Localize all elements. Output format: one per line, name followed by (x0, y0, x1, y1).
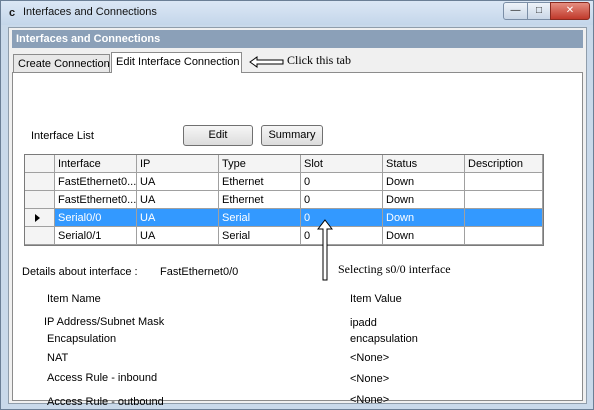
cell-type[interactable]: Serial (219, 209, 301, 227)
title-bar: c Interfaces and Connections — □ ✕ (1, 1, 593, 25)
tab-edit-interface-connection[interactable]: Edit Interface Connection (111, 52, 242, 73)
cell-type[interactable]: Serial (219, 227, 301, 245)
item-value-header: Item Value (350, 293, 402, 305)
cell-ip[interactable]: UA (137, 227, 219, 245)
selection-hint-annotation: Selecting s0/0 interface (338, 262, 451, 276)
section-header: Interfaces and Connections (12, 30, 583, 48)
detail-item-value: <None> (350, 394, 390, 406)
item-name-header: Item Name (47, 293, 101, 305)
app-window: c Interfaces and Connections — □ ✕ Inter… (0, 0, 594, 410)
client-area: Interfaces and Connections Create Connec… (8, 27, 587, 408)
column-header-slot[interactable]: Slot (301, 155, 383, 173)
cell-status[interactable]: Down (383, 209, 465, 227)
detail-item-value: <None> (350, 373, 390, 385)
cell-description[interactable] (465, 173, 543, 191)
detail-item-name: Encapsulation (47, 333, 117, 345)
column-header-type[interactable]: Type (219, 155, 301, 173)
cell-description[interactable] (465, 191, 543, 209)
cell-status[interactable]: Down (383, 191, 465, 209)
section-header-title: Interfaces and Connections (16, 33, 161, 45)
cell-ip[interactable]: UA (137, 173, 219, 191)
cell-interface[interactable]: FastEthernet0... (55, 191, 137, 209)
table-row[interactable]: Serial0/1 UA Serial 0 Down (25, 227, 543, 245)
row-header[interactable] (25, 227, 55, 245)
left-arrow-annotation (249, 56, 284, 68)
row-header-corner (25, 155, 55, 173)
maximize-button[interactable]: □ (527, 2, 551, 20)
cell-description[interactable] (465, 227, 543, 245)
details-label: Details about interface : (22, 266, 138, 278)
edit-interface-panel: Interface List Edit Summary Interface IP… (12, 72, 583, 408)
cell-type[interactable]: Ethernet (219, 173, 301, 191)
cell-slot[interactable]: 0 (301, 227, 383, 245)
detail-item-value: encapsulation (350, 333, 418, 345)
cell-slot[interactable]: 0 (301, 173, 383, 191)
detail-item-name: Access Rule - outbound (47, 396, 164, 408)
details-interface-name: FastEthernet0/0 (160, 266, 239, 278)
cell-ip[interactable]: UA (137, 209, 219, 227)
minimize-button[interactable]: — (503, 2, 528, 20)
cell-status[interactable]: Down (383, 227, 465, 245)
cell-interface[interactable]: Serial0/0 (55, 209, 137, 227)
table-row[interactable]: FastEthernet0... UA Ethernet 0 Down (25, 173, 543, 191)
detail-item-name: NAT (47, 352, 69, 364)
detail-item-name: IP Address/Subnet Mask (44, 316, 165, 328)
cell-slot[interactable]: 0 (301, 209, 383, 227)
cell-interface[interactable]: Serial0/1 (55, 227, 137, 245)
row-header[interactable] (25, 173, 55, 191)
cell-slot[interactable]: 0 (301, 191, 383, 209)
up-arrow-annotation (317, 219, 333, 281)
interface-grid[interactable]: Interface IP Type Slot Status Descriptio… (24, 154, 544, 246)
interface-list-label: Interface List (31, 130, 94, 142)
close-button[interactable]: ✕ (550, 2, 590, 20)
detail-item-name: Access Rule - inbound (47, 372, 158, 384)
table-row-selected[interactable]: Serial0/0 UA Serial 0 Down (25, 209, 543, 227)
grid-header-row: Interface IP Type Slot Status Descriptio… (25, 155, 543, 173)
summary-button[interactable]: Summary (261, 125, 323, 146)
row-header[interactable] (25, 209, 55, 227)
cell-description[interactable] (465, 209, 543, 227)
tab-create-connection[interactable]: Create Connection (13, 54, 110, 73)
cell-interface[interactable]: FastEthernet0... (55, 173, 137, 191)
detail-item-value: ipadd (350, 317, 377, 329)
current-row-indicator-icon (35, 214, 40, 222)
app-icon: c (9, 7, 16, 19)
window-title: Interfaces and Connections (23, 6, 157, 18)
cell-ip[interactable]: UA (137, 191, 219, 209)
column-header-interface[interactable]: Interface (55, 155, 137, 173)
row-header[interactable] (25, 191, 55, 209)
cell-status[interactable]: Down (383, 173, 465, 191)
table-row[interactable]: FastEthernet0... UA Ethernet 0 Down (25, 191, 543, 209)
column-header-ip[interactable]: IP (137, 155, 219, 173)
tab-hint-annotation: Click this tab (287, 53, 351, 67)
edit-button[interactable]: Edit (183, 125, 253, 146)
column-header-description[interactable]: Description (465, 155, 543, 173)
cell-type[interactable]: Ethernet (219, 191, 301, 209)
column-header-status[interactable]: Status (383, 155, 465, 173)
detail-item-value: <None> (350, 352, 390, 364)
